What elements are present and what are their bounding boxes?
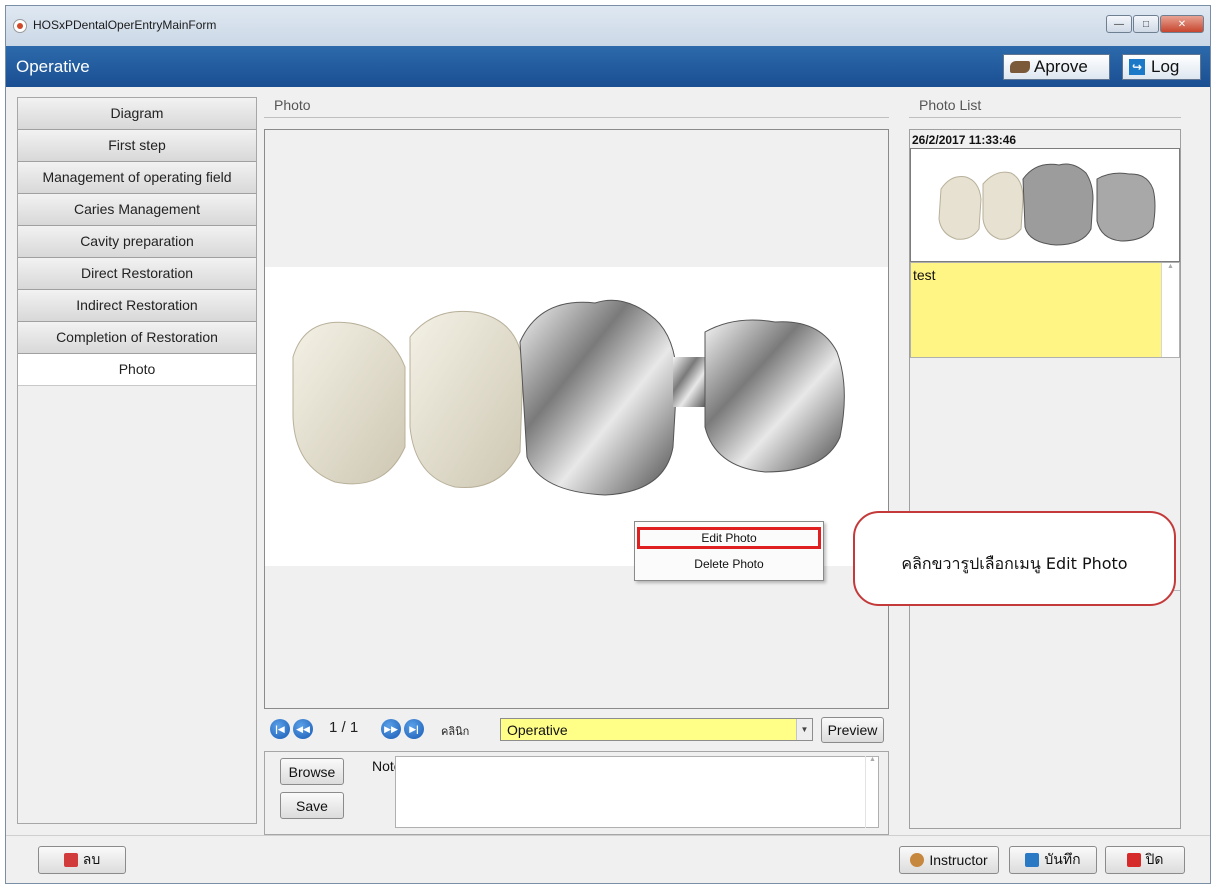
instructor-label: Instructor <box>929 852 988 868</box>
prev-page-icon[interactable]: ◀◀ <box>293 719 313 739</box>
callout-text: คลิกขวารูปเลือกเมนู Edit Photo <box>901 554 1128 573</box>
thumbnail-image <box>938 163 1156 246</box>
context-menu: Edit Photo Delete Photo <box>634 521 824 581</box>
instructor-button[interactable]: Instructor <box>899 846 999 874</box>
log-label: Log <box>1151 57 1180 76</box>
person-icon <box>910 853 925 867</box>
page-title: Operative <box>16 57 90 76</box>
header-bar: Operative Aprove ↪ Log <box>6 46 1210 87</box>
sidebar-item-completion-of-restoration[interactable]: Completion of Restoration <box>18 322 256 354</box>
delete-button[interactable]: ลบ <box>38 846 126 874</box>
chevron-down-icon[interactable]: ▼ <box>796 719 812 740</box>
sidebar-item-indirect-restoration[interactable]: Indirect Restoration <box>18 290 256 322</box>
sidebar-item-cavity-preparation[interactable]: Cavity preparation <box>18 226 256 258</box>
content-area: Diagram First step Management of operati… <box>6 87 1210 835</box>
sidebar-item-photo[interactable]: Photo <box>18 354 256 386</box>
sidebar-item-management-of-operating-field[interactable]: Management of operating field <box>18 162 256 194</box>
approve-button[interactable]: Aprove <box>1003 54 1110 80</box>
window-controls: — □ ✕ <box>1106 15 1204 33</box>
photo-thumbnail[interactable] <box>910 148 1180 262</box>
clinic-select[interactable]: Operative ▼ <box>500 718 813 741</box>
first-page-icon[interactable]: |◀ <box>270 719 290 739</box>
maximize-button[interactable]: □ <box>1133 15 1159 33</box>
app-icon <box>13 19 27 33</box>
log-icon: ↪ <box>1129 59 1145 75</box>
last-page-icon[interactable]: ▶| <box>404 719 424 739</box>
main-window: HOSxPDentalOperEntryMainForm — □ ✕ Opera… <box>5 5 1211 884</box>
save-label: บันทึก <box>1044 851 1081 867</box>
instruction-callout: คลิกขวารูปเลือกเมนู Edit Photo <box>853 511 1176 606</box>
sidebar: Diagram First step Management of operati… <box>17 97 257 824</box>
floppy-icon <box>1025 853 1040 867</box>
photo-viewer[interactable] <box>264 129 889 709</box>
edit-photo-menu-item[interactable]: Edit Photo <box>637 527 821 549</box>
footer-bar: ลบ Instructor บันทึก ปิด <box>6 835 1210 883</box>
approve-label: Aprove <box>1034 57 1088 76</box>
photo-section-label: Photo <box>274 97 311 113</box>
photo-list-panel: 26/2/2017 11:33:46 test ▲ <box>909 129 1181 829</box>
next-page-icon[interactable]: ▶▶ <box>381 719 401 739</box>
photo-note-text: test <box>913 267 936 283</box>
photo-note-scrollbar[interactable]: ▲ <box>1161 263 1179 357</box>
preview-button[interactable]: Preview <box>821 717 884 743</box>
save-photo-button[interactable]: Save <box>280 792 344 819</box>
sidebar-item-diagram[interactable]: Diagram <box>18 98 256 130</box>
sidebar-item-caries-management[interactable]: Caries Management <box>18 194 256 226</box>
key-icon <box>1010 61 1030 73</box>
close-window-button[interactable]: ✕ <box>1160 15 1204 33</box>
photo-note-field[interactable]: test ▲ <box>910 262 1180 358</box>
photo-list-section-label: Photo List <box>919 97 982 113</box>
delete-photo-menu-item[interactable]: Delete Photo <box>637 553 821 575</box>
clinic-label: คลินิก <box>441 726 470 738</box>
log-button[interactable]: ↪ Log <box>1122 54 1201 80</box>
sidebar-item-first-step[interactable]: First step <box>18 130 256 162</box>
close-icon <box>1126 853 1141 867</box>
title-bar: HOSxPDentalOperEntryMainForm — □ ✕ <box>6 6 1210 46</box>
sidebar-item-direct-restoration[interactable]: Direct Restoration <box>18 258 256 290</box>
note-area: Browse Save Note ▲ <box>264 751 889 835</box>
page-indicator: 1 / 1 <box>329 719 359 736</box>
delete-label: ลบ <box>82 851 101 867</box>
close-button[interactable]: ปิด <box>1105 846 1185 874</box>
note-input[interactable] <box>395 756 879 828</box>
photo-navigation-row: |◀ ◀◀ 1 / 1 ▶▶ ▶| คลินิก Operative ▼ Pre… <box>264 715 889 743</box>
photo-section-divider <box>264 117 889 118</box>
minimize-button[interactable]: — <box>1106 15 1132 33</box>
close-label: ปิด <box>1145 851 1164 867</box>
clinic-selected-value: Operative <box>507 722 568 738</box>
trash-icon <box>63 853 78 867</box>
photo-list-divider <box>909 117 1181 118</box>
window-title: HOSxPDentalOperEntryMainForm <box>33 18 217 32</box>
browse-button[interactable]: Browse <box>280 758 344 785</box>
save-button[interactable]: บันทึก <box>1009 846 1097 874</box>
note-scrollbar[interactable]: ▲ <box>865 756 879 828</box>
photo-date: 26/2/2017 11:33:46 <box>912 133 1017 147</box>
